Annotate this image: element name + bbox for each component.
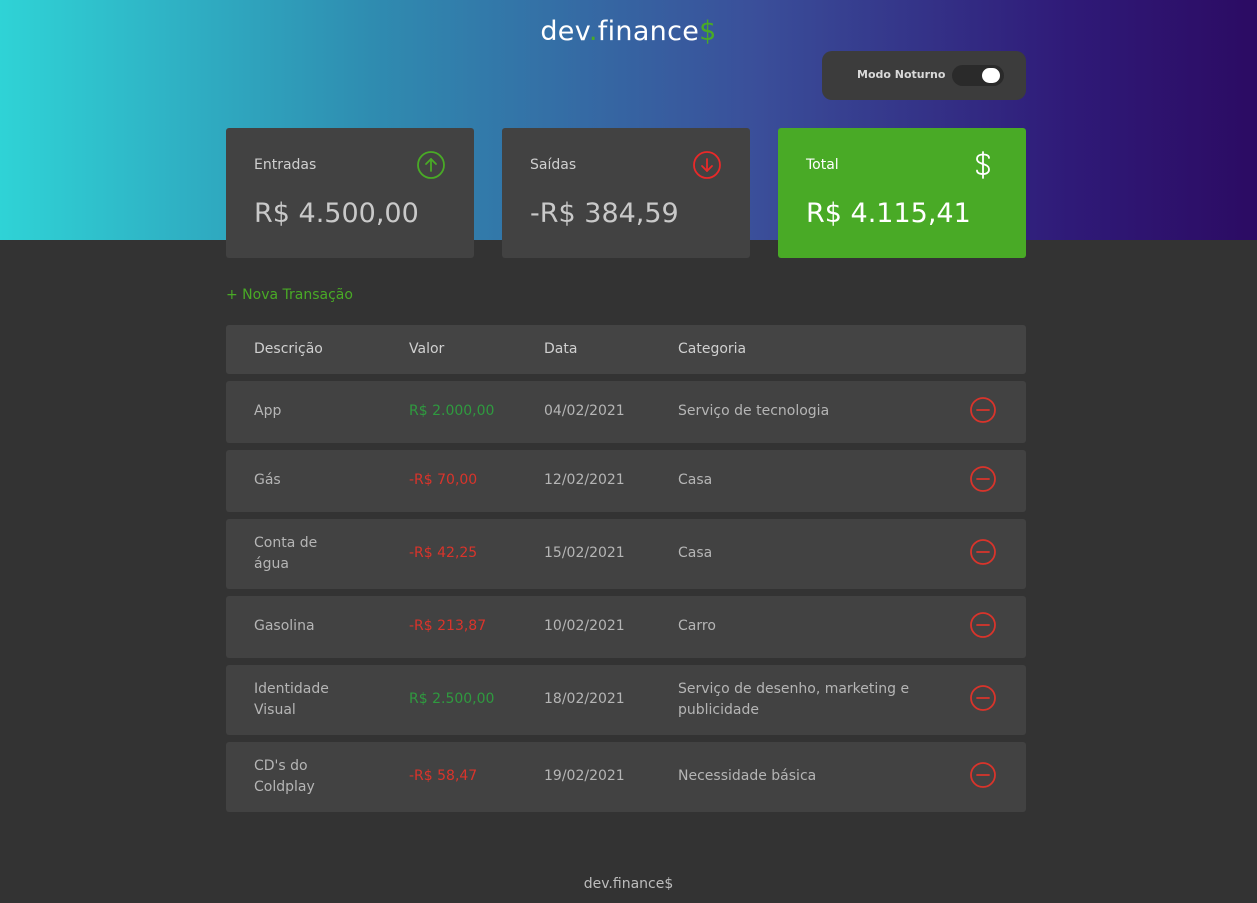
row-value: -R$ 42,25 bbox=[409, 545, 478, 561]
row-description: Conta de água bbox=[254, 535, 318, 572]
header-date: Data bbox=[544, 341, 578, 357]
table-row: Gasolina -R$ 213,87 10/02/2021 Carro bbox=[226, 596, 1026, 658]
table-row: Identidade Visual R$ 2.500,00 18/02/2021… bbox=[226, 665, 1026, 735]
total-value: R$ 4.115,41 bbox=[806, 198, 971, 229]
header-description: Descrição bbox=[254, 341, 323, 357]
arrow-up-circle-icon bbox=[417, 151, 445, 179]
remove-transaction-icon[interactable] bbox=[969, 396, 997, 424]
row-category: Serviço de tecnologia bbox=[678, 403, 830, 419]
logo-dollar: $ bbox=[699, 16, 717, 47]
switch-knob bbox=[982, 68, 1000, 83]
row-category: Casa bbox=[678, 472, 713, 488]
table-row: Conta de água -R$ 42,25 15/02/2021 Casa bbox=[226, 519, 1026, 589]
logo-dot: . bbox=[588, 16, 598, 47]
row-description: App bbox=[254, 403, 282, 419]
logo-text-finance: finance bbox=[597, 16, 700, 47]
footer-text: dev.finance$ bbox=[583, 876, 674, 892]
logo-text-dev: dev bbox=[540, 16, 589, 47]
row-category: Serviço de desenho, marketing e publicid… bbox=[678, 681, 910, 718]
row-value: -R$ 70,00 bbox=[409, 472, 478, 488]
logo: dev.finance$ bbox=[0, 16, 1257, 47]
table-row: CD's do Coldplay -R$ 58,47 19/02/2021 Ne… bbox=[226, 742, 1026, 812]
expense-label: Saídas bbox=[530, 157, 577, 173]
row-date: 12/02/2021 bbox=[544, 472, 625, 488]
row-description: CD's do Coldplay bbox=[254, 758, 315, 795]
row-value: R$ 2.500,00 bbox=[409, 691, 495, 707]
transactions-table: Descrição Valor Data Categoria App R$ 2.… bbox=[226, 325, 1026, 812]
row-description: Gasolina bbox=[254, 618, 315, 634]
row-description: Gás bbox=[254, 472, 281, 488]
income-value: R$ 4.500,00 bbox=[254, 198, 419, 229]
row-date: 15/02/2021 bbox=[544, 545, 625, 561]
table-row: App R$ 2.000,00 04/02/2021 Serviço de te… bbox=[226, 381, 1026, 443]
remove-transaction-icon[interactable] bbox=[969, 538, 997, 566]
remove-transaction-icon[interactable] bbox=[969, 465, 997, 493]
remove-transaction-icon[interactable] bbox=[969, 761, 997, 789]
row-value: R$ 2.000,00 bbox=[409, 403, 495, 419]
table-header: Descrição Valor Data Categoria bbox=[226, 325, 1026, 374]
expense-card: Saídas -R$ 384,59 bbox=[502, 128, 750, 258]
row-category: Necessidade básica bbox=[678, 768, 817, 784]
night-mode-panel: Modo Noturno bbox=[822, 51, 1026, 100]
row-description: Identidade Visual bbox=[254, 681, 329, 718]
dollar-icon bbox=[976, 151, 990, 179]
row-value: -R$ 213,87 bbox=[409, 618, 487, 634]
night-mode-switch[interactable] bbox=[952, 65, 1004, 86]
header-category: Categoria bbox=[678, 341, 747, 357]
table-row: Gás -R$ 70,00 12/02/2021 Casa bbox=[226, 450, 1026, 512]
arrow-down-circle-icon bbox=[693, 151, 721, 179]
row-category: Casa bbox=[678, 545, 713, 561]
row-date: 04/02/2021 bbox=[544, 403, 625, 419]
row-date: 19/02/2021 bbox=[544, 768, 625, 784]
night-mode-label: Modo Noturno bbox=[857, 68, 946, 81]
remove-transaction-icon[interactable] bbox=[969, 611, 997, 639]
expense-value: -R$ 384,59 bbox=[530, 198, 679, 229]
total-card: Total R$ 4.115,41 bbox=[778, 128, 1026, 258]
remove-transaction-icon[interactable] bbox=[969, 684, 997, 712]
new-transaction-link[interactable]: + Nova Transação bbox=[226, 287, 353, 303]
income-label: Entradas bbox=[254, 157, 317, 173]
row-value: -R$ 58,47 bbox=[409, 768, 478, 784]
row-date: 10/02/2021 bbox=[544, 618, 625, 634]
row-category: Carro bbox=[678, 618, 716, 634]
header-value: Valor bbox=[409, 341, 445, 357]
total-label: Total bbox=[806, 157, 839, 173]
row-date: 18/02/2021 bbox=[544, 691, 625, 707]
income-card: Entradas R$ 4.500,00 bbox=[226, 128, 474, 258]
